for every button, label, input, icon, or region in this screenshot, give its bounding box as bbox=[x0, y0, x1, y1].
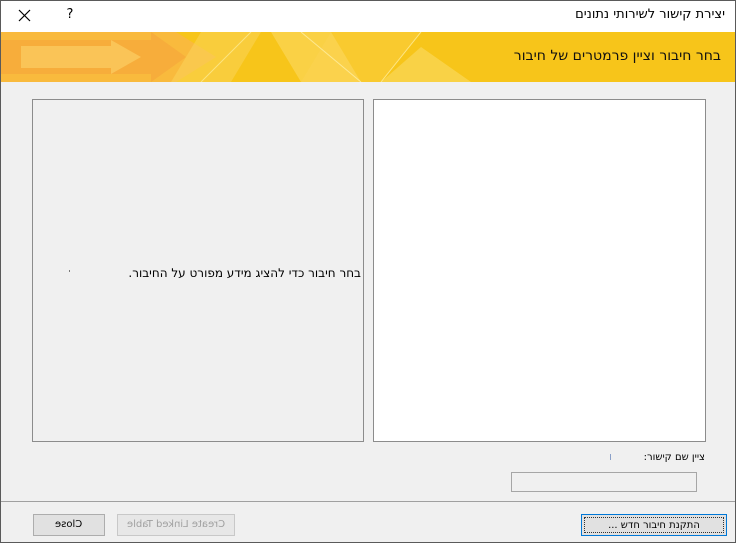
close-label: Close bbox=[55, 519, 83, 530]
label-marker bbox=[610, 454, 611, 460]
banner-heading: בחר חיבור וציין פרמטרים של חיבור bbox=[513, 48, 721, 64]
link-name-label: ציין שם קישור: bbox=[643, 452, 705, 463]
create-linked-table-label: Create Linked Table bbox=[126, 519, 226, 530]
close-button[interactable]: Close bbox=[33, 514, 105, 536]
new-connection-label: התקנת חיבור חדש ... bbox=[584, 517, 724, 533]
new-connection-button[interactable]: התקנת חיבור חדש ... bbox=[581, 514, 727, 536]
connection-details-panel: בחר חיבור כדי להציג מידע מפורט על החיבור… bbox=[32, 99, 364, 442]
header-banner: בחר חיבור וציין פרמטרים של חיבור bbox=[1, 32, 735, 82]
footer-divider bbox=[1, 501, 735, 502]
close-icon bbox=[18, 9, 31, 22]
dialog-window: יצירת קישור לשירותי נתונים ? בחר חיבור ו… bbox=[0, 0, 736, 543]
create-linked-table-button[interactable]: Create Linked Table bbox=[117, 514, 235, 536]
title-bar: יצירת קישור לשירותי נתונים ? bbox=[1, 1, 735, 32]
link-name-input[interactable] bbox=[511, 472, 697, 492]
help-button[interactable]: ? bbox=[63, 7, 77, 25]
details-message: בחר חיבור כדי להציג מידע מפורט על החיבור… bbox=[128, 266, 361, 280]
window-title: יצירת קישור לשירותי נתונים bbox=[575, 7, 725, 22]
details-mark bbox=[69, 270, 70, 272]
close-window-button[interactable] bbox=[15, 7, 33, 25]
connection-list[interactable] bbox=[373, 99, 706, 442]
